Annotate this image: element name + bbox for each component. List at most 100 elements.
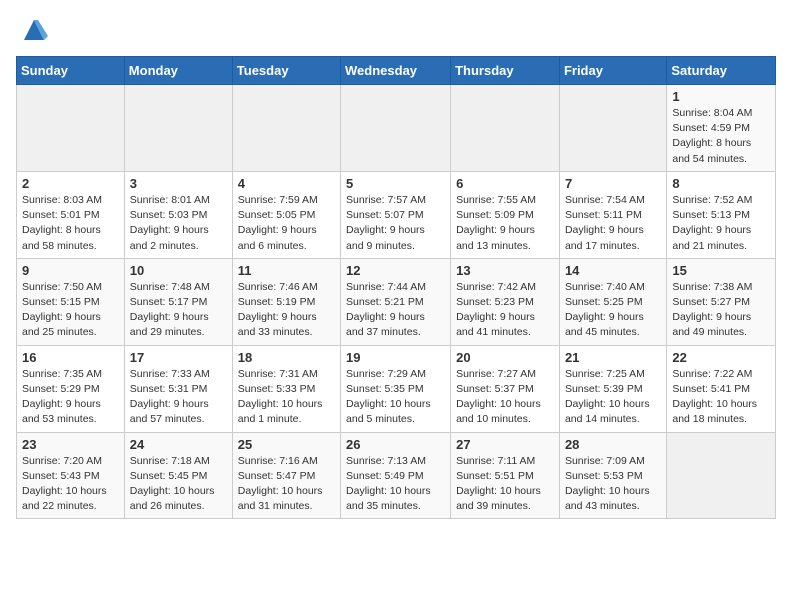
calendar-cell: 5 Sunrise: 7:57 AM Sunset: 5:07 PM Daylig…	[341, 171, 451, 258]
calendar-cell: 1 Sunrise: 8:04 AM Sunset: 4:59 PM Daylig…	[667, 85, 776, 172]
calendar-cell	[559, 85, 666, 172]
day-info: Sunrise: 7:50 AM Sunset: 5:15 PM Dayligh…	[22, 280, 119, 341]
day-info: Sunrise: 7:09 AM Sunset: 5:53 PM Dayligh…	[565, 454, 661, 515]
day-info: Sunrise: 7:55 AM Sunset: 5:09 PM Dayligh…	[456, 193, 554, 254]
calendar-cell: 26 Sunrise: 7:13 AM Sunset: 5:49 PM Dayli…	[341, 432, 451, 519]
calendar-cell: 8Sunrise: 7:52 AM Sunset: 5:13 PM Daylig…	[667, 171, 776, 258]
day-number: 27	[456, 437, 554, 452]
calendar-cell: 6 Sunrise: 7:55 AM Sunset: 5:09 PM Daylig…	[451, 171, 560, 258]
weekday-header-sunday: Sunday	[17, 57, 125, 85]
calendar-week-row: 16 Sunrise: 7:35 AM Sunset: 5:29 PM Dayli…	[17, 345, 776, 432]
calendar-week-row: 2 Sunrise: 8:03 AM Sunset: 5:01 PM Daylig…	[17, 171, 776, 258]
calendar-cell	[124, 85, 232, 172]
weekday-header-wednesday: Wednesday	[341, 57, 451, 85]
calendar-cell: 23 Sunrise: 7:20 AM Sunset: 5:43 PM Dayli…	[17, 432, 125, 519]
day-info: Sunrise: 7:11 AM Sunset: 5:51 PM Dayligh…	[456, 454, 554, 515]
day-number: 7	[565, 176, 661, 191]
calendar-cell: 4Sunrise: 7:59 AM Sunset: 5:05 PM Daylig…	[232, 171, 340, 258]
day-number: 14	[565, 263, 661, 278]
calendar-cell	[232, 85, 340, 172]
calendar-week-row: 23 Sunrise: 7:20 AM Sunset: 5:43 PM Dayli…	[17, 432, 776, 519]
day-number: 3	[130, 176, 227, 191]
day-number: 24	[130, 437, 227, 452]
day-info: Sunrise: 7:40 AM Sunset: 5:25 PM Dayligh…	[565, 280, 661, 341]
calendar-cell: 15 Sunrise: 7:38 AM Sunset: 5:27 PM Dayli…	[667, 258, 776, 345]
day-number: 15	[672, 263, 770, 278]
day-number: 25	[238, 437, 335, 452]
calendar-table: SundayMondayTuesdayWednesdayThursdayFrid…	[16, 56, 776, 519]
page-header	[16, 16, 776, 44]
day-info: Sunrise: 7:57 AM Sunset: 5:07 PM Dayligh…	[346, 193, 445, 254]
logo-icon	[20, 16, 48, 44]
day-number: 5	[346, 176, 445, 191]
day-info: Sunrise: 7:46 AM Sunset: 5:19 PM Dayligh…	[238, 280, 335, 341]
day-info: Sunrise: 7:44 AM Sunset: 5:21 PM Dayligh…	[346, 280, 445, 341]
day-number: 11	[238, 263, 335, 278]
calendar-cell: 11 Sunrise: 7:46 AM Sunset: 5:19 PM Dayli…	[232, 258, 340, 345]
day-number: 22	[672, 350, 770, 365]
calendar-cell: 13 Sunrise: 7:42 AM Sunset: 5:23 PM Dayli…	[451, 258, 560, 345]
calendar-cell: 27 Sunrise: 7:11 AM Sunset: 5:51 PM Dayli…	[451, 432, 560, 519]
day-number: 6	[456, 176, 554, 191]
calendar-cell: 24 Sunrise: 7:18 AM Sunset: 5:45 PM Dayli…	[124, 432, 232, 519]
weekday-header-saturday: Saturday	[667, 57, 776, 85]
day-info: Sunrise: 8:04 AM Sunset: 4:59 PM Dayligh…	[672, 106, 770, 167]
day-number: 4	[238, 176, 335, 191]
day-number: 28	[565, 437, 661, 452]
calendar-cell: 18 Sunrise: 7:31 AM Sunset: 5:33 PM Dayli…	[232, 345, 340, 432]
calendar-cell	[451, 85, 560, 172]
day-number: 13	[456, 263, 554, 278]
day-number: 1	[672, 89, 770, 104]
calendar-cell: 21Sunrise: 7:25 AM Sunset: 5:39 PM Dayli…	[559, 345, 666, 432]
day-number: 2	[22, 176, 119, 191]
logo	[16, 16, 48, 44]
day-info: Sunrise: 7:22 AM Sunset: 5:41 PM Dayligh…	[672, 367, 770, 428]
day-number: 19	[346, 350, 445, 365]
day-info: Sunrise: 7:35 AM Sunset: 5:29 PM Dayligh…	[22, 367, 119, 428]
calendar-cell: 22 Sunrise: 7:22 AM Sunset: 5:41 PM Dayli…	[667, 345, 776, 432]
day-info: Sunrise: 7:31 AM Sunset: 5:33 PM Dayligh…	[238, 367, 335, 428]
calendar-cell: 17 Sunrise: 7:33 AM Sunset: 5:31 PM Dayli…	[124, 345, 232, 432]
calendar-cell	[341, 85, 451, 172]
calendar-cell: 19Sunrise: 7:29 AM Sunset: 5:35 PM Dayli…	[341, 345, 451, 432]
day-number: 23	[22, 437, 119, 452]
weekday-header-monday: Monday	[124, 57, 232, 85]
day-number: 17	[130, 350, 227, 365]
calendar-week-row: 1 Sunrise: 8:04 AM Sunset: 4:59 PM Daylig…	[17, 85, 776, 172]
day-number: 8	[672, 176, 770, 191]
day-info: Sunrise: 7:42 AM Sunset: 5:23 PM Dayligh…	[456, 280, 554, 341]
day-info: Sunrise: 8:01 AM Sunset: 5:03 PM Dayligh…	[130, 193, 227, 254]
day-info: Sunrise: 7:13 AM Sunset: 5:49 PM Dayligh…	[346, 454, 445, 515]
day-number: 16	[22, 350, 119, 365]
day-info: Sunrise: 8:03 AM Sunset: 5:01 PM Dayligh…	[22, 193, 119, 254]
day-number: 20	[456, 350, 554, 365]
weekday-header-friday: Friday	[559, 57, 666, 85]
day-number: 9	[22, 263, 119, 278]
day-info: Sunrise: 7:33 AM Sunset: 5:31 PM Dayligh…	[130, 367, 227, 428]
day-number: 26	[346, 437, 445, 452]
weekday-header-thursday: Thursday	[451, 57, 560, 85]
calendar-cell	[17, 85, 125, 172]
day-info: Sunrise: 7:48 AM Sunset: 5:17 PM Dayligh…	[130, 280, 227, 341]
calendar-cell	[667, 432, 776, 519]
day-info: Sunrise: 7:20 AM Sunset: 5:43 PM Dayligh…	[22, 454, 119, 515]
calendar-cell: 10Sunrise: 7:48 AM Sunset: 5:17 PM Dayli…	[124, 258, 232, 345]
calendar-cell: 28 Sunrise: 7:09 AM Sunset: 5:53 PM Dayli…	[559, 432, 666, 519]
day-number: 18	[238, 350, 335, 365]
calendar-cell: 2 Sunrise: 8:03 AM Sunset: 5:01 PM Daylig…	[17, 171, 125, 258]
day-info: Sunrise: 7:54 AM Sunset: 5:11 PM Dayligh…	[565, 193, 661, 254]
day-info: Sunrise: 7:18 AM Sunset: 5:45 PM Dayligh…	[130, 454, 227, 515]
weekday-header-tuesday: Tuesday	[232, 57, 340, 85]
calendar-week-row: 9 Sunrise: 7:50 AM Sunset: 5:15 PM Daylig…	[17, 258, 776, 345]
day-number: 12	[346, 263, 445, 278]
day-info: Sunrise: 7:38 AM Sunset: 5:27 PM Dayligh…	[672, 280, 770, 341]
calendar-cell: 20 Sunrise: 7:27 AM Sunset: 5:37 PM Dayli…	[451, 345, 560, 432]
calendar-cell: 3 Sunrise: 8:01 AM Sunset: 5:03 PM Daylig…	[124, 171, 232, 258]
day-info: Sunrise: 7:25 AM Sunset: 5:39 PM Dayligh…	[565, 367, 661, 428]
day-info: Sunrise: 7:27 AM Sunset: 5:37 PM Dayligh…	[456, 367, 554, 428]
calendar-cell: 14 Sunrise: 7:40 AM Sunset: 5:25 PM Dayli…	[559, 258, 666, 345]
calendar-cell: 16 Sunrise: 7:35 AM Sunset: 5:29 PM Dayli…	[17, 345, 125, 432]
day-info: Sunrise: 7:16 AM Sunset: 5:47 PM Dayligh…	[238, 454, 335, 515]
weekday-header-row: SundayMondayTuesdayWednesdayThursdayFrid…	[17, 57, 776, 85]
calendar-cell: 25 Sunrise: 7:16 AM Sunset: 5:47 PM Dayli…	[232, 432, 340, 519]
